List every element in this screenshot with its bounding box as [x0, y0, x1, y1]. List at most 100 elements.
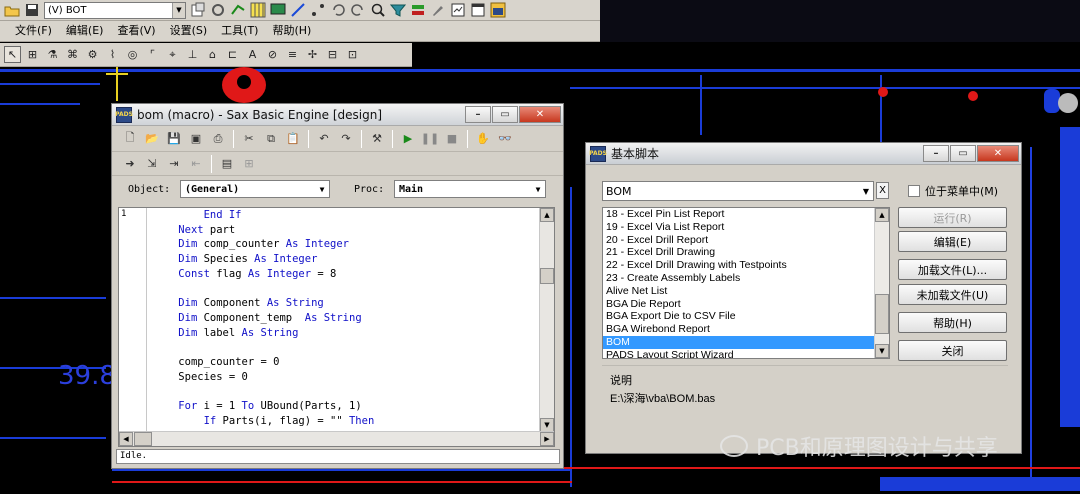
zoom-icon[interactable] — [370, 2, 386, 18]
properties-icon[interactable] — [190, 2, 206, 18]
code-line[interactable]: Next part — [153, 223, 543, 238]
code-line[interactable]: Dim comp_counter As Integer — [153, 237, 543, 252]
hand-icon[interactable]: ✋ — [474, 130, 492, 148]
scroll-up-button[interactable]: ▲ — [875, 208, 889, 222]
horizontal-scrollbar[interactable]: ◀ ▶ — [119, 431, 554, 446]
pins-icon[interactable]: ⚙ — [84, 46, 101, 63]
code-line[interactable]: For i = 1 To UBound(Parts, 1) — [153, 399, 543, 414]
window-icon[interactable] — [470, 2, 486, 18]
chevron-down-icon[interactable]: ▼ — [859, 187, 873, 196]
print-icon[interactable]: ⎙ — [209, 130, 227, 148]
design-icon[interactable]: ⊞ — [24, 46, 41, 63]
menu-help[interactable]: 帮助(H) — [265, 21, 318, 41]
list-item[interactable]: 20 - Excel Drill Report — [603, 234, 889, 247]
references-icon[interactable]: ⊞ — [240, 155, 258, 173]
script-select[interactable]: BOM ▼ — [602, 181, 874, 201]
clear-script-button[interactable]: X — [876, 182, 889, 199]
view-icon[interactable] — [389, 2, 407, 18]
copper-icon[interactable]: ⌂ — [204, 46, 221, 63]
minimize-button[interactable]: – — [465, 106, 491, 123]
code-line[interactable]: Dim Species As Integer — [153, 252, 543, 267]
traces-icon[interactable]: ⌇ — [104, 46, 121, 63]
scroll-right-button[interactable]: ▶ — [540, 432, 554, 446]
scripts-titlebar[interactable]: PADS 基本脚本 – ▭ ✕ — [586, 143, 1021, 165]
show-in-menu-row[interactable]: 位于菜单中(M) — [908, 183, 998, 199]
code-line[interactable]: Dim label As String — [153, 326, 543, 341]
save-icon[interactable] — [24, 2, 40, 18]
union-icon[interactable]: ⊟ — [324, 46, 341, 63]
step-out-icon[interactable]: ⇤ — [187, 155, 205, 173]
report-icon[interactable] — [450, 2, 466, 18]
menu-tools[interactable]: 工具(T) — [214, 21, 265, 41]
sax-titlebar[interactable]: PADS bom (macro) - Sax Basic Engine [des… — [112, 104, 563, 126]
open-icon[interactable]: 📂 — [143, 130, 161, 148]
code-line[interactable] — [153, 384, 543, 399]
dots-icon[interactable] — [310, 2, 326, 18]
list-item[interactable]: BGA Wirebond Report — [603, 323, 889, 336]
code-line[interactable]: Dim Component_temp As String — [153, 311, 543, 326]
code-editor[interactable]: 1 End If Next part Dim comp_counter As I… — [118, 207, 555, 447]
line-icon[interactable] — [290, 2, 306, 18]
close-dialog-button[interactable]: 关闭 — [898, 340, 1007, 361]
script-list[interactable]: 18 - Excel Pin List Report 19 - Excel Via… — [602, 207, 890, 359]
chevron-down-icon[interactable]: ▼ — [531, 185, 545, 194]
list-item[interactable]: PADS Layout Script Wizard — [603, 349, 889, 358]
step-over-icon[interactable]: ⇥ — [165, 155, 183, 173]
scroll-thumb[interactable] — [134, 432, 152, 446]
undo-icon[interactable] — [330, 2, 346, 18]
copy-icon[interactable]: ⧉ — [262, 130, 280, 148]
save-icon[interactable]: 💾 — [165, 130, 183, 148]
display-icon[interactable] — [270, 2, 286, 18]
scroll-down-button[interactable]: ▼ — [875, 344, 889, 358]
vertical-scrollbar[interactable]: ▲ ▼ — [539, 208, 554, 432]
list-scrollbar[interactable]: ▲ ▼ — [874, 208, 889, 358]
keepout-icon[interactable]: ⊘ — [264, 46, 281, 63]
maximize-button[interactable]: ▭ — [492, 106, 518, 123]
pause-icon[interactable]: ❚❚ — [421, 130, 439, 148]
chevron-down-icon[interactable]: ▼ — [172, 2, 185, 18]
close-button[interactable]: ✕ — [977, 145, 1019, 162]
redo-icon[interactable]: ↷ — [337, 130, 355, 148]
list-item[interactable]: BGA Die Report — [603, 298, 889, 311]
vias-icon[interactable]: ◎ — [124, 46, 141, 63]
layers-icon[interactable] — [410, 2, 426, 18]
menu-file[interactable]: 文件(F) — [8, 21, 59, 41]
code-line[interactable]: End If — [153, 208, 543, 223]
scroll-down-button[interactable]: ▼ — [540, 418, 554, 432]
scroll-up-button[interactable]: ▲ — [540, 208, 554, 222]
undo-icon[interactable]: ↶ — [315, 130, 333, 148]
edit-button[interactable]: 编辑(E) — [898, 231, 1007, 252]
list-item[interactable]: 23 - Create Assembly Labels — [603, 272, 889, 285]
watch-icon[interactable]: 👓 — [496, 130, 514, 148]
route-icon[interactable] — [230, 2, 246, 18]
scroll-thumb[interactable] — [875, 294, 889, 334]
run-button[interactable]: 运行(R) — [898, 207, 1007, 228]
menu-view[interactable]: 查看(V) — [110, 21, 162, 41]
scroll-left-button[interactable]: ◀ — [119, 432, 133, 446]
macro-icon[interactable] — [490, 2, 506, 18]
list-item[interactable]: 19 - Excel Via List Report — [603, 221, 889, 234]
object-select[interactable]: (General) ▼ — [180, 180, 330, 198]
dimension-icon[interactable]: ⌖ — [164, 46, 181, 63]
list-item[interactable]: BGA Export Die to CSV File — [603, 310, 889, 323]
code-line[interactable] — [153, 340, 543, 355]
list-item[interactable]: Alive Net List — [603, 285, 889, 298]
cluster-icon[interactable]: ✢ — [304, 46, 321, 63]
load-file-button[interactable]: 加载文件(L)... — [898, 259, 1007, 280]
new-file-icon[interactable]: 🗋 — [121, 130, 139, 148]
macro-icon[interactable]: ⚒ — [368, 130, 386, 148]
code-line[interactable] — [153, 281, 543, 296]
step-icon[interactable]: ➜ — [121, 155, 139, 173]
nets-icon[interactable]: ⌘ — [64, 46, 81, 63]
code-line[interactable]: If Parts(i, flag) = "" Then — [153, 414, 543, 429]
run-icon[interactable]: ▶ — [399, 130, 417, 148]
open-folder-icon[interactable] — [4, 2, 20, 18]
text-icon[interactable]: A — [244, 46, 261, 63]
stop-icon[interactable]: ■ — [443, 130, 461, 148]
refresh-icon[interactable] — [210, 2, 226, 18]
redo-icon[interactable] — [350, 2, 366, 18]
scroll-thumb[interactable] — [540, 268, 554, 284]
corner-icon[interactable]: ⌜ — [144, 46, 161, 63]
code-line[interactable]: Const flag As Integer = 8 — [153, 267, 543, 282]
board-icon[interactable]: ⊡ — [344, 46, 361, 63]
